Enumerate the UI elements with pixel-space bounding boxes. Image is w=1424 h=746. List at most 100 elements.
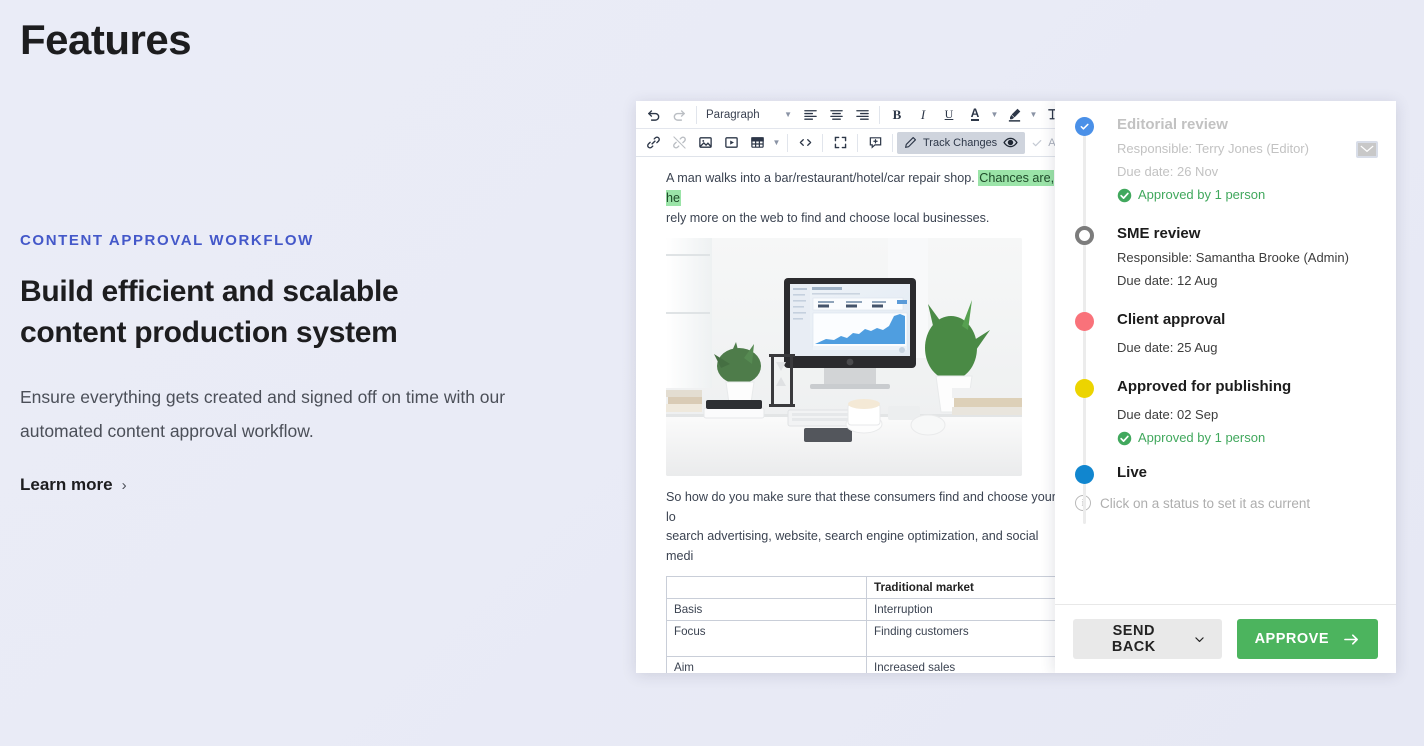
- document-image-desk-photo: [666, 237, 1022, 476]
- workflow-step-client-approval[interactable]: Client approval Due date: 25 Aug: [1055, 310, 1396, 359]
- table-cell-label: Aim: [666, 656, 867, 673]
- workflow-hint-label: Click on a status to set it as current: [1100, 495, 1311, 511]
- workflow-step-due-date: Due date: 26 Nov: [1117, 164, 1219, 179]
- approved-check-icon: [1117, 431, 1132, 446]
- check-icon: [1031, 137, 1043, 149]
- undo-icon[interactable]: [640, 103, 666, 127]
- link-icon[interactable]: [640, 131, 666, 155]
- envelope-icon[interactable]: [1356, 141, 1378, 158]
- clear-formatting-button[interactable]: [1040, 103, 1056, 127]
- fullscreen-icon[interactable]: [827, 131, 853, 155]
- code-icon[interactable]: [792, 131, 818, 155]
- table-cell-value: Increased sales: [866, 656, 1056, 673]
- table-chevron-down-icon[interactable]: ▼: [770, 131, 783, 155]
- underline-label: U: [944, 107, 954, 121]
- workflow-step-live[interactable]: Live: [1055, 463, 1396, 484]
- section-eyebrow: CONTENT APPROVAL WORKFLOW: [20, 232, 314, 249]
- table-row: Focus Finding customers: [666, 620, 1056, 658]
- table-header-row: Traditional market: [666, 576, 1056, 600]
- dot-icon[interactable]: [1075, 379, 1094, 398]
- underline-button[interactable]: U: [936, 103, 962, 127]
- workflow-hint: i Click on a status to set it as current: [1055, 485, 1396, 511]
- editor-toolbar-row-2: ▼ Track Changes A: [636, 129, 1056, 157]
- workflow-step-editorial-review[interactable]: Editorial review Responsible: Terry Jone…: [1055, 115, 1396, 206]
- document-body[interactable]: A man walks into a bar/restaurant/hotel/…: [636, 157, 1056, 673]
- chevron-right-icon: ›: [121, 476, 127, 494]
- dot-icon[interactable]: [1075, 465, 1094, 484]
- bold-label: B: [892, 106, 902, 122]
- italic-button[interactable]: I: [910, 103, 936, 127]
- table-cell-label: Basis: [666, 598, 867, 622]
- paragraph-style-select[interactable]: Paragraph ▼: [701, 104, 797, 126]
- check-circle-icon[interactable]: [1075, 117, 1094, 136]
- workflow-step-due-date: Due date: 25 Aug: [1117, 340, 1218, 355]
- learn-more-link[interactable]: Learn more ›: [20, 475, 127, 495]
- unlink-icon[interactable]: [666, 131, 692, 155]
- workflow-step-approved-for-publishing[interactable]: Approved for publishing Due date: 02 Sep…: [1055, 377, 1396, 449]
- send-back-label: SEND BACK: [1111, 623, 1156, 655]
- table-cell-value: Interruption: [866, 598, 1056, 622]
- workflow-step-title: Editorial review: [1117, 116, 1228, 133]
- approve-label: APPROVE: [1254, 631, 1329, 647]
- font-color-chevron-down-icon[interactable]: ▼: [988, 103, 1001, 127]
- video-icon[interactable]: [718, 131, 744, 155]
- workflow-step-sme-review[interactable]: SME review Responsible: Samantha Brooke …: [1055, 224, 1396, 292]
- toolbar-divider: [787, 133, 788, 152]
- toolbar-divider: [696, 105, 697, 124]
- workflow-step-responsible: Responsible: Terry Jones (Editor): [1117, 141, 1309, 156]
- workflow-step-list: Editorial review Responsible: Terry Jone…: [1055, 101, 1396, 604]
- redo-icon[interactable]: [666, 103, 692, 127]
- document-editor-pane: Paragraph ▼ B I U A ▼ ▼ ▼ Track Changes …: [636, 101, 1056, 673]
- approval-workflow-panel: Editorial review Responsible: Terry Jone…: [1055, 101, 1396, 673]
- align-right-icon[interactable]: [849, 103, 875, 127]
- approve-button[interactable]: APPROVE: [1236, 619, 1378, 659]
- workflow-actions: SEND BACK APPROVE: [1055, 604, 1396, 673]
- bold-button[interactable]: B: [884, 103, 910, 127]
- font-color-button[interactable]: A: [962, 103, 988, 127]
- app-screenshot: Paragraph ▼ B I U A ▼ ▼ ▼ Track Changes …: [636, 101, 1396, 673]
- track-changes-label: Track Changes: [923, 136, 998, 149]
- workflow-step-title: SME review: [1117, 225, 1201, 242]
- table-icon[interactable]: [744, 131, 770, 155]
- paragraph-1-text: A man walks into a bar/restaurant/hotel/…: [666, 171, 979, 185]
- workflow-step-approved: Approved by 1 person: [1117, 427, 1378, 449]
- image-icon[interactable]: [692, 131, 718, 155]
- section-headline: Build efficient and scalable content pro…: [20, 275, 399, 350]
- dot-icon[interactable]: [1075, 312, 1094, 331]
- paragraph-2-line1: So how do you make sure that these consu…: [666, 489, 1056, 524]
- chevron-down-icon: [1193, 633, 1206, 646]
- toolbar-divider: [822, 133, 823, 152]
- add-comment-icon[interactable]: [862, 131, 888, 155]
- font-color-label: A: [970, 106, 980, 121]
- track-changes-toggle[interactable]: Track Changes: [897, 131, 1026, 154]
- approved-check-icon: [1117, 188, 1132, 203]
- comparison-table[interactable]: Traditional market Basis Interruption Fo…: [666, 576, 1056, 673]
- toolbar-divider: [892, 133, 893, 152]
- table-header-cell-traditional: Traditional market: [866, 576, 1056, 600]
- approved-label: Approved by 1 person: [1138, 430, 1266, 445]
- document-paragraph-1: A man walks into a bar/restaurant/hotel/…: [666, 169, 1056, 229]
- align-left-icon[interactable]: [797, 103, 823, 127]
- table-row: Aim Increased sales: [666, 656, 1056, 673]
- workflow-step-title: Approved for publishing: [1117, 378, 1292, 395]
- arrow-right-icon: [1343, 632, 1360, 647]
- table-row: Basis Interruption: [666, 598, 1056, 622]
- send-back-button[interactable]: SEND BACK: [1073, 619, 1222, 659]
- paragraph-style-value: Paragraph: [706, 108, 760, 121]
- table-header-cell-empty: [666, 576, 867, 600]
- ring-icon[interactable]: [1075, 226, 1094, 245]
- learn-more-label: Learn more: [20, 475, 113, 495]
- toolbar-divider: [857, 133, 858, 152]
- accept-changes-button[interactable]: Accept ▼: [1025, 137, 1056, 149]
- highlight-chevron-down-icon[interactable]: ▼: [1027, 103, 1040, 127]
- align-center-icon[interactable]: [823, 103, 849, 127]
- workflow-step-due-date: Due date: 12 Aug: [1117, 273, 1218, 288]
- eye-icon[interactable]: [1003, 135, 1018, 150]
- paragraph-2-line2: search advertising, website, search engi…: [666, 529, 1039, 564]
- section-description: Ensure everything gets created and signe…: [20, 386, 506, 442]
- workflow-step-due-date: Due date: 02 Sep: [1117, 407, 1219, 422]
- highlight-pen-icon[interactable]: [1001, 103, 1027, 127]
- chevron-down-icon: ▼: [784, 110, 792, 119]
- workflow-step-title: Live: [1117, 464, 1148, 481]
- workflow-step-responsible: Responsible: Samantha Brooke (Admin): [1117, 250, 1349, 265]
